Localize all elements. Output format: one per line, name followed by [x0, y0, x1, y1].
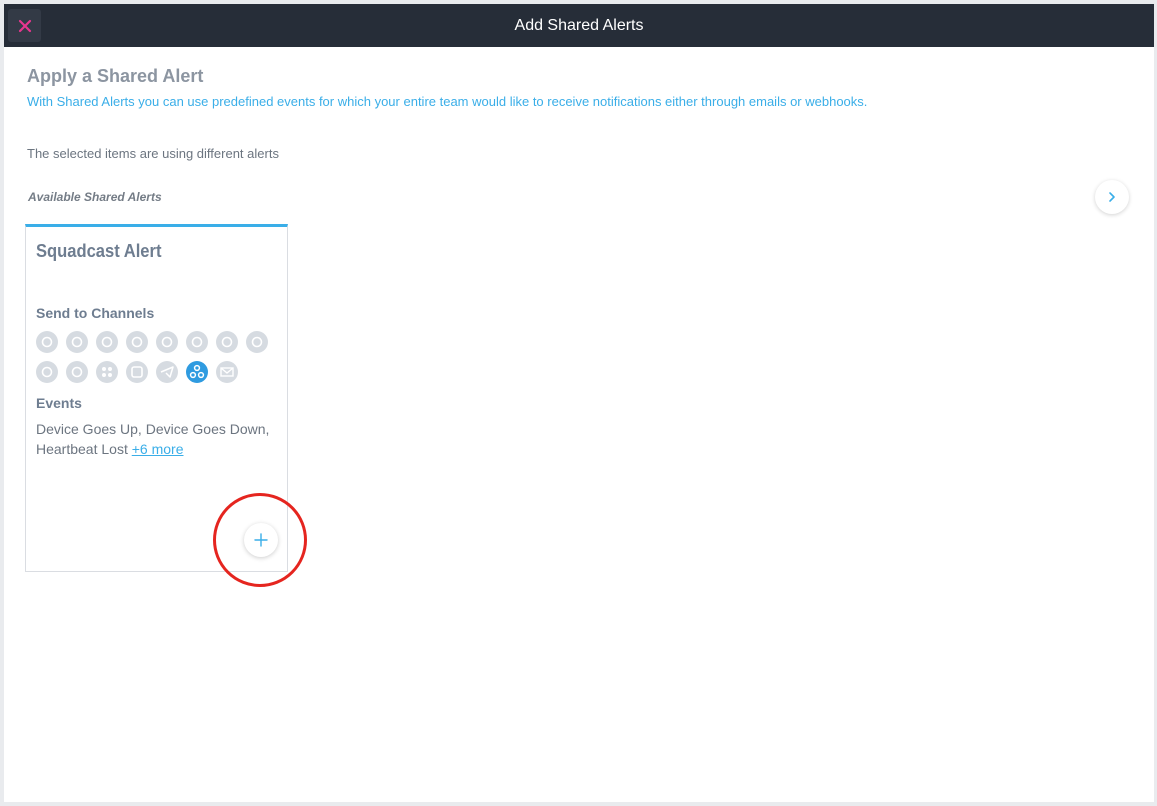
webhook-icon[interactable]: [186, 361, 208, 383]
channel-5-icon[interactable]: [156, 331, 178, 353]
page-subtitle: With Shared Alerts you can use predefine…: [27, 94, 868, 109]
channel-7-icon[interactable]: [216, 331, 238, 353]
channel-2-icon[interactable]: [66, 331, 88, 353]
next-page-button[interactable]: [1095, 180, 1129, 214]
plus-icon: [254, 533, 268, 547]
modal-titlebar: Add Shared Alerts: [4, 4, 1154, 47]
channel-8-icon[interactable]: [246, 331, 268, 353]
telegram-icon[interactable]: [156, 361, 178, 383]
modal-title: Add Shared Alerts: [514, 17, 644, 34]
selection-notice: The selected items are using different a…: [27, 146, 279, 161]
channel-3-icon[interactable]: [96, 331, 118, 353]
channel-10-icon[interactable]: [66, 361, 88, 383]
shared-alerts-modal: Add Shared Alerts Apply a Shared Alert W…: [4, 4, 1154, 802]
events-label: Events: [36, 395, 82, 411]
channel-4-icon[interactable]: [126, 331, 148, 353]
close-button[interactable]: [8, 9, 41, 42]
more-events-link[interactable]: +6 more: [132, 441, 184, 457]
teams-icon[interactable]: [126, 361, 148, 383]
channel-9-icon[interactable]: [36, 361, 58, 383]
channels-label: Send to Channels: [36, 305, 155, 321]
shared-alert-card[interactable]: Squadcast Alert Send to Channels Events …: [25, 224, 288, 572]
events-list: Device Goes Up, Device Goes Down, Heartb…: [36, 419, 281, 459]
apply-alert-button[interactable]: [244, 523, 278, 557]
close-x-icon: [18, 19, 31, 32]
chevron-right-icon: [1109, 192, 1115, 202]
available-alerts-label: Available Shared Alerts: [28, 190, 162, 204]
email-icon[interactable]: [216, 361, 238, 383]
channel-1-icon[interactable]: [36, 331, 58, 353]
channel-6-icon[interactable]: [186, 331, 208, 353]
alert-card-title: Squadcast Alert: [36, 241, 162, 261]
page-heading: Apply a Shared Alert: [27, 66, 204, 86]
slack-icon[interactable]: [96, 361, 118, 383]
